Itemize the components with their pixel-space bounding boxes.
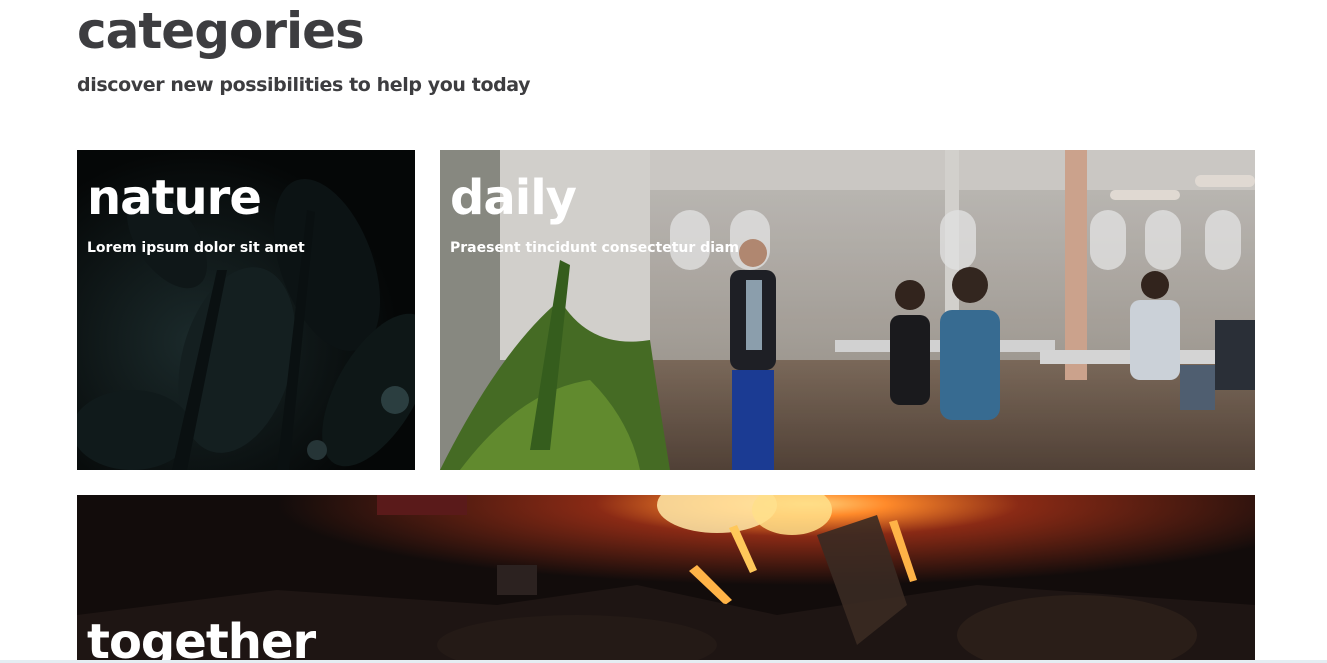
section-title: categories <box>77 2 365 60</box>
category-card-daily[interactable]: daily Praesent tincidunt consectetur dia… <box>440 150 1255 470</box>
categories-page: categories discover new possibilities to… <box>0 0 1327 663</box>
card-description: Lorem ipsum dolor sit amet <box>87 240 305 256</box>
card-title: together <box>87 614 316 663</box>
card-title: daily <box>450 170 577 226</box>
section-subtitle: discover new possibilities to help you t… <box>77 74 531 96</box>
category-card-nature[interactable]: nature Lorem ipsum dolor sit amet <box>77 150 415 470</box>
card-title: nature <box>87 170 262 226</box>
category-card-together[interactable]: together <box>77 495 1255 663</box>
card-description: Praesent tincidunt consectetur diam <box>450 240 740 256</box>
